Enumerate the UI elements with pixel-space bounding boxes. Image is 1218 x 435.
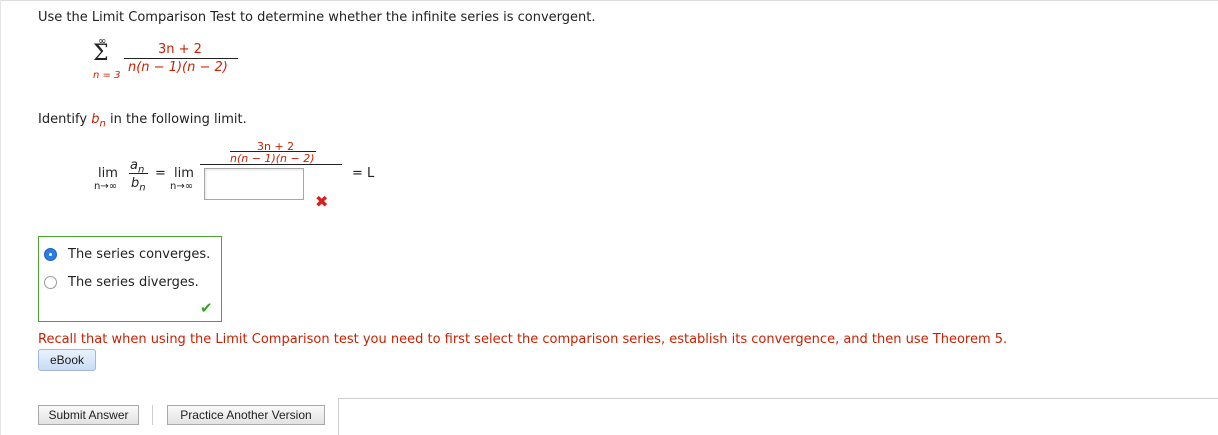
correct-check-icon: ✔: [200, 299, 213, 317]
identify-label: Identify bn in the following limit.: [38, 112, 247, 130]
sum-lower-limit: n = 3: [93, 70, 121, 81]
limit-result: = L: [352, 166, 375, 181]
an-bn-fraction-bar: [129, 173, 148, 174]
lim-right-under: n→∞: [170, 181, 194, 192]
equals-sign: =: [155, 166, 166, 181]
main-fraction-bar: [200, 164, 342, 165]
choice-diverges-label[interactable]: The series diverges.: [68, 275, 199, 290]
bn-sub: n: [139, 182, 146, 194]
radio-diverges[interactable]: [44, 276, 57, 289]
sigma-icon: Σ: [93, 41, 109, 66]
series-denominator: n(n − 1)(n − 2): [128, 60, 228, 75]
lim-left-under: n→∞: [94, 181, 118, 192]
footer-vertical-divider: [338, 398, 339, 435]
incorrect-x-icon: ✖: [315, 192, 329, 211]
submit-answer-button[interactable]: Submit Answer: [38, 405, 139, 425]
identify-prefix: Identify: [38, 112, 88, 127]
frame-top-border: [0, 0, 1218, 1]
question-prompt: Use the Limit Comparison Test to determi…: [38, 10, 596, 25]
identify-suffix: in the following limit.: [109, 112, 247, 127]
choice-converges-label[interactable]: The series converges.: [68, 247, 210, 262]
bn-answer-input[interactable]: [204, 168, 304, 200]
ebook-button[interactable]: eBook: [38, 349, 96, 371]
an-var: a: [130, 158, 138, 173]
radio-converges[interactable]: [44, 248, 57, 261]
bn-term: bn: [131, 176, 146, 194]
footer-divider: [338, 398, 1218, 399]
feedback-message: Recall that when using the Limit Compari…: [38, 332, 1008, 347]
convergence-choices: The series converges. The series diverge…: [38, 236, 222, 322]
identify-b-sub: n: [99, 118, 106, 130]
lim-left-word: lim: [98, 166, 118, 181]
series-fraction-bar: [124, 58, 238, 59]
lim-right-word: lim: [174, 166, 194, 181]
practice-another-version-button[interactable]: Practice Another Version: [167, 405, 325, 425]
series-numerator: 3n + 2: [158, 42, 202, 57]
frame-left-border: [0, 0, 1, 435]
button-separator: [152, 405, 153, 425]
